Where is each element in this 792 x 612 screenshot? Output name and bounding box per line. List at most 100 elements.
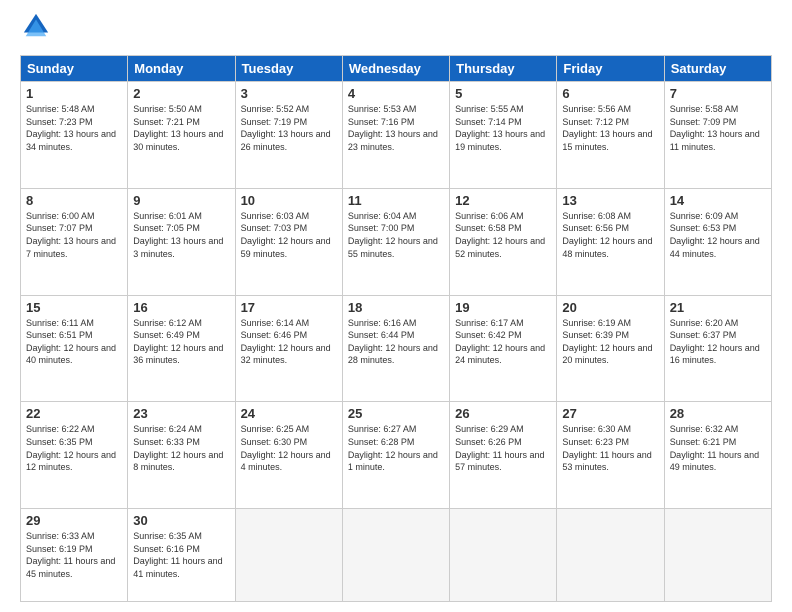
- day-number: 21: [670, 300, 766, 315]
- table-row: 28 Sunrise: 6:32 AM Sunset: 6:21 PM Dayli…: [664, 402, 771, 509]
- day-info: Sunrise: 6:29 AM Sunset: 6:26 PM Dayligh…: [455, 423, 551, 473]
- table-row: 26 Sunrise: 6:29 AM Sunset: 6:26 PM Dayli…: [450, 402, 557, 509]
- day-info: Sunrise: 6:08 AM Sunset: 6:56 PM Dayligh…: [562, 210, 658, 260]
- day-info: Sunrise: 6:17 AM Sunset: 6:42 PM Dayligh…: [455, 317, 551, 367]
- day-number: 16: [133, 300, 229, 315]
- day-number: 7: [670, 86, 766, 101]
- day-info: Sunrise: 6:09 AM Sunset: 6:53 PM Dayligh…: [670, 210, 766, 260]
- logo-icon: [22, 12, 50, 40]
- day-number: 8: [26, 193, 122, 208]
- day-number: 4: [348, 86, 444, 101]
- table-row: [450, 509, 557, 602]
- day-number: 12: [455, 193, 551, 208]
- day-number: 24: [241, 406, 337, 421]
- col-saturday: Saturday: [664, 56, 771, 82]
- table-row: 10 Sunrise: 6:03 AM Sunset: 7:03 PM Dayli…: [235, 188, 342, 295]
- table-row: 27 Sunrise: 6:30 AM Sunset: 6:23 PM Dayli…: [557, 402, 664, 509]
- day-info: Sunrise: 6:24 AM Sunset: 6:33 PM Dayligh…: [133, 423, 229, 473]
- day-info: Sunrise: 6:11 AM Sunset: 6:51 PM Dayligh…: [26, 317, 122, 367]
- day-number: 30: [133, 513, 229, 528]
- day-info: Sunrise: 6:35 AM Sunset: 6:16 PM Dayligh…: [133, 530, 229, 580]
- day-info: Sunrise: 5:48 AM Sunset: 7:23 PM Dayligh…: [26, 103, 122, 153]
- day-info: Sunrise: 6:22 AM Sunset: 6:35 PM Dayligh…: [26, 423, 122, 473]
- day-info: Sunrise: 6:00 AM Sunset: 7:07 PM Dayligh…: [26, 210, 122, 260]
- day-number: 2: [133, 86, 229, 101]
- table-row: 6 Sunrise: 5:56 AM Sunset: 7:12 PM Daylig…: [557, 82, 664, 189]
- day-number: 27: [562, 406, 658, 421]
- table-row: [235, 509, 342, 602]
- day-number: 11: [348, 193, 444, 208]
- table-row: 3 Sunrise: 5:52 AM Sunset: 7:19 PM Daylig…: [235, 82, 342, 189]
- day-info: Sunrise: 5:50 AM Sunset: 7:21 PM Dayligh…: [133, 103, 229, 153]
- day-info: Sunrise: 6:30 AM Sunset: 6:23 PM Dayligh…: [562, 423, 658, 473]
- day-info: Sunrise: 5:55 AM Sunset: 7:14 PM Dayligh…: [455, 103, 551, 153]
- table-row: 7 Sunrise: 5:58 AM Sunset: 7:09 PM Daylig…: [664, 82, 771, 189]
- table-row: 30 Sunrise: 6:35 AM Sunset: 6:16 PM Dayli…: [128, 509, 235, 602]
- table-row: 13Sunrise: 6:08 AM Sunset: 6:56 PM Dayli…: [557, 188, 664, 295]
- day-number: 29: [26, 513, 122, 528]
- day-info: Sunrise: 5:53 AM Sunset: 7:16 PM Dayligh…: [348, 103, 444, 153]
- table-row: 29 Sunrise: 6:33 AM Sunset: 6:19 PM Dayli…: [21, 509, 128, 602]
- day-number: 6: [562, 86, 658, 101]
- day-number: 26: [455, 406, 551, 421]
- header: [20, 16, 772, 45]
- calendar-page: Sunday Monday Tuesday Wednesday Thursday…: [0, 0, 792, 612]
- day-number: 9: [133, 193, 229, 208]
- table-row: 18 Sunrise: 6:16 AM Sunset: 6:44 PM Dayli…: [342, 295, 449, 402]
- table-row: 21 Sunrise: 6:20 AM Sunset: 6:37 PM Dayli…: [664, 295, 771, 402]
- table-row: 24 Sunrise: 6:25 AM Sunset: 6:30 PM Dayli…: [235, 402, 342, 509]
- day-info: Sunrise: 5:58 AM Sunset: 7:09 PM Dayligh…: [670, 103, 766, 153]
- col-monday: Monday: [128, 56, 235, 82]
- day-info: Sunrise: 6:01 AM Sunset: 7:05 PM Dayligh…: [133, 210, 229, 260]
- day-number: 10: [241, 193, 337, 208]
- day-number: 23: [133, 406, 229, 421]
- table-row: [664, 509, 771, 602]
- table-row: 4 Sunrise: 5:53 AM Sunset: 7:16 PM Daylig…: [342, 82, 449, 189]
- table-row: 11 Sunrise: 6:04 AM Sunset: 7:00 PM Dayli…: [342, 188, 449, 295]
- day-number: 17: [241, 300, 337, 315]
- day-number: 18: [348, 300, 444, 315]
- day-info: Sunrise: 6:27 AM Sunset: 6:28 PM Dayligh…: [348, 423, 444, 473]
- table-row: 5 Sunrise: 5:55 AM Sunset: 7:14 PM Daylig…: [450, 82, 557, 189]
- table-row: 15 Sunrise: 6:11 AM Sunset: 6:51 PM Dayli…: [21, 295, 128, 402]
- day-info: Sunrise: 6:32 AM Sunset: 6:21 PM Dayligh…: [670, 423, 766, 473]
- day-info: Sunrise: 6:16 AM Sunset: 6:44 PM Dayligh…: [348, 317, 444, 367]
- day-number: 15: [26, 300, 122, 315]
- day-info: Sunrise: 6:33 AM Sunset: 6:19 PM Dayligh…: [26, 530, 122, 580]
- col-sunday: Sunday: [21, 56, 128, 82]
- day-info: Sunrise: 6:03 AM Sunset: 7:03 PM Dayligh…: [241, 210, 337, 260]
- day-number: 19: [455, 300, 551, 315]
- table-row: 25 Sunrise: 6:27 AM Sunset: 6:28 PM Dayli…: [342, 402, 449, 509]
- col-wednesday: Wednesday: [342, 56, 449, 82]
- day-info: Sunrise: 6:20 AM Sunset: 6:37 PM Dayligh…: [670, 317, 766, 367]
- day-info: Sunrise: 6:25 AM Sunset: 6:30 PM Dayligh…: [241, 423, 337, 473]
- day-number: 28: [670, 406, 766, 421]
- col-tuesday: Tuesday: [235, 56, 342, 82]
- table-row: 22Sunrise: 6:22 AM Sunset: 6:35 PM Dayli…: [21, 402, 128, 509]
- day-number: 5: [455, 86, 551, 101]
- logo: [20, 16, 50, 45]
- table-row: 23 Sunrise: 6:24 AM Sunset: 6:33 PM Dayli…: [128, 402, 235, 509]
- col-friday: Friday: [557, 56, 664, 82]
- day-number: 3: [241, 86, 337, 101]
- table-row: 19 Sunrise: 6:17 AM Sunset: 6:42 PM Dayli…: [450, 295, 557, 402]
- calendar-table: Sunday Monday Tuesday Wednesday Thursday…: [20, 55, 772, 602]
- table-row: 14 Sunrise: 6:09 AM Sunset: 6:53 PM Dayli…: [664, 188, 771, 295]
- table-row: 8 Sunrise: 6:00 AM Sunset: 7:07 PM Daylig…: [21, 188, 128, 295]
- day-info: Sunrise: 6:04 AM Sunset: 7:00 PM Dayligh…: [348, 210, 444, 260]
- table-row: 1 Sunrise: 5:48 AM Sunset: 7:23 PM Daylig…: [21, 82, 128, 189]
- table-row: 16 Sunrise: 6:12 AM Sunset: 6:49 PM Dayli…: [128, 295, 235, 402]
- day-number: 1: [26, 86, 122, 101]
- table-row: 20Sunrise: 6:19 AM Sunset: 6:39 PM Dayli…: [557, 295, 664, 402]
- table-row: [557, 509, 664, 602]
- table-row: 9 Sunrise: 6:01 AM Sunset: 7:05 PM Daylig…: [128, 188, 235, 295]
- day-number: 25: [348, 406, 444, 421]
- day-info: Sunrise: 5:52 AM Sunset: 7:19 PM Dayligh…: [241, 103, 337, 153]
- day-info: Sunrise: 6:12 AM Sunset: 6:49 PM Dayligh…: [133, 317, 229, 367]
- day-info: Sunrise: 5:56 AM Sunset: 7:12 PM Dayligh…: [562, 103, 658, 153]
- day-number: 14: [670, 193, 766, 208]
- col-thursday: Thursday: [450, 56, 557, 82]
- day-info: Sunrise: 6:06 AM Sunset: 6:58 PM Dayligh…: [455, 210, 551, 260]
- day-info: Sunrise: 6:14 AM Sunset: 6:46 PM Dayligh…: [241, 317, 337, 367]
- calendar-header-row: Sunday Monday Tuesday Wednesday Thursday…: [21, 56, 772, 82]
